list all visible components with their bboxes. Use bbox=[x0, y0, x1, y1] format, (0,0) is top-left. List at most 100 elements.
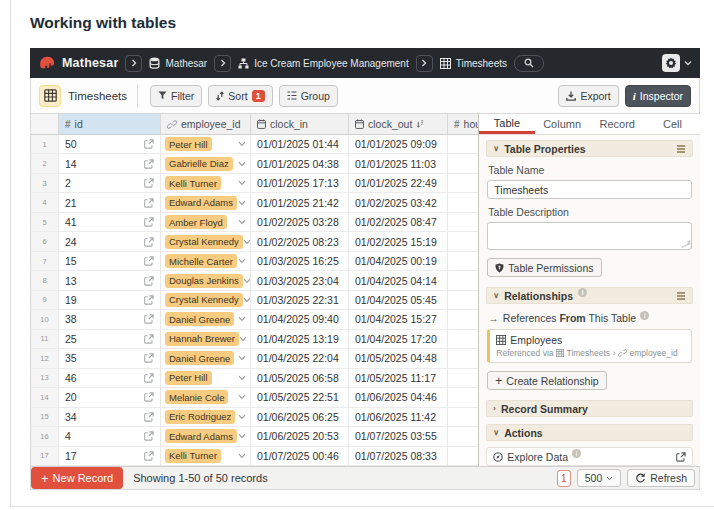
column-header-clock-out[interactable]: clock_out bbox=[349, 114, 448, 135]
clock-in-cell[interactable]: 01/03/2025 22:31 bbox=[251, 291, 349, 310]
row-number-cell[interactable]: 5 bbox=[31, 213, 59, 232]
breadcrumb-chevron-button[interactable] bbox=[214, 55, 231, 72]
row-number-cell[interactable]: 13 bbox=[31, 369, 59, 388]
fk-record-pill[interactable]: Daniel Greene bbox=[165, 351, 234, 365]
employee-cell[interactable]: Daniel Greene bbox=[161, 310, 251, 329]
employee-cell[interactable]: Peter Hill bbox=[161, 135, 251, 154]
clock-in-cell[interactable]: 01/01/2025 04:38 bbox=[251, 154, 349, 173]
filter-button[interactable]: Filter bbox=[150, 85, 202, 107]
clock-out-cell[interactable]: 01/01/2025 22:49 bbox=[349, 174, 448, 193]
clock-in-cell[interactable]: 01/03/2025 16:25 bbox=[251, 252, 349, 271]
column-header-hours[interactable]: #hours bbox=[448, 114, 478, 135]
row-number-cell[interactable]: 2 bbox=[31, 154, 59, 173]
employee-cell[interactable]: Crystal Kennedy bbox=[161, 232, 251, 251]
row-number-cell[interactable]: 4 bbox=[31, 193, 59, 212]
resize-grip[interactable] bbox=[682, 240, 690, 248]
employee-cell[interactable]: Michelle Carter bbox=[161, 252, 251, 271]
group-button[interactable]: Group bbox=[279, 85, 338, 107]
clock-in-cell[interactable]: 01/01/2025 17:13 bbox=[251, 174, 349, 193]
id-cell[interactable]: 2 bbox=[59, 174, 161, 193]
chevron-down-icon[interactable] bbox=[238, 355, 246, 361]
open-record-icon[interactable] bbox=[144, 451, 154, 461]
clock-out-cell[interactable]: 01/07/2025 03:55 bbox=[349, 427, 448, 446]
id-cell[interactable]: 17 bbox=[59, 447, 161, 466]
fk-record-pill[interactable]: Hannah Brewer bbox=[165, 332, 239, 346]
open-record-icon[interactable] bbox=[144, 159, 154, 169]
employee-cell[interactable]: Eric Rodriguez bbox=[161, 408, 251, 427]
chevron-down-icon[interactable] bbox=[243, 239, 251, 245]
id-cell[interactable]: 14 bbox=[59, 154, 161, 173]
clock-out-cell[interactable]: 01/02/2025 08:47 bbox=[349, 213, 448, 232]
id-cell[interactable]: 15 bbox=[59, 252, 161, 271]
employee-cell[interactable]: Edward Adams bbox=[161, 193, 251, 212]
open-record-icon[interactable] bbox=[144, 412, 154, 422]
create-relationship-button[interactable]: + Create Relationship bbox=[487, 371, 606, 390]
chevron-down-icon[interactable] bbox=[238, 375, 246, 381]
column-header-employee-id[interactable]: employee_id bbox=[161, 114, 251, 135]
id-cell[interactable]: 41 bbox=[59, 213, 161, 232]
open-record-icon[interactable] bbox=[144, 314, 154, 324]
employee-cell[interactable]: Douglas Jenkins bbox=[161, 271, 251, 290]
open-record-icon[interactable] bbox=[144, 353, 154, 363]
hours-cell[interactable] bbox=[448, 135, 478, 154]
breadcrumb-table[interactable]: Timesheets bbox=[440, 58, 507, 69]
mathesar-logo-group[interactable]: Mathesar bbox=[38, 55, 118, 71]
employee-cell[interactable]: Daniel Greene bbox=[161, 349, 251, 368]
clock-out-cell[interactable]: 01/01/2025 09:09 bbox=[349, 135, 448, 154]
clock-out-cell[interactable]: 01/02/2025 03:42 bbox=[349, 193, 448, 212]
clock-in-cell[interactable]: 01/03/2025 23:04 bbox=[251, 271, 349, 290]
refresh-button[interactable]: Refresh bbox=[627, 469, 695, 487]
fk-record-pill[interactable]: Kelli Turner bbox=[165, 449, 221, 463]
fk-record-pill[interactable]: Edward Adams bbox=[165, 196, 237, 210]
chevron-down-icon[interactable] bbox=[238, 453, 246, 459]
chevron-down-icon[interactable] bbox=[243, 297, 251, 303]
chevron-down-icon[interactable] bbox=[238, 200, 246, 206]
employee-cell[interactable]: Amber Floyd bbox=[161, 213, 251, 232]
row-number-cell[interactable]: 7 bbox=[31, 252, 59, 271]
clock-out-cell[interactable]: 01/04/2025 15:27 bbox=[349, 310, 448, 329]
clock-out-cell[interactable]: 01/07/2025 08:33 bbox=[349, 447, 448, 466]
section-record-summary[interactable]: › Record Summary bbox=[486, 400, 693, 417]
row-number-cell[interactable]: 10 bbox=[31, 310, 59, 329]
hours-cell[interactable] bbox=[448, 408, 478, 427]
clock-out-cell[interactable]: 01/04/2025 04:14 bbox=[349, 271, 448, 290]
id-cell[interactable]: 46 bbox=[59, 369, 161, 388]
sort-button[interactable]: Sort 1 bbox=[208, 85, 272, 107]
hours-cell[interactable] bbox=[448, 427, 478, 446]
employee-cell[interactable]: Kelli Turner bbox=[161, 174, 251, 193]
open-record-icon[interactable] bbox=[144, 217, 154, 227]
tab-record[interactable]: Record bbox=[590, 114, 645, 134]
id-cell[interactable]: 20 bbox=[59, 388, 161, 407]
employee-cell[interactable]: Peter Hill bbox=[161, 369, 251, 388]
fk-record-pill[interactable]: Michelle Carter bbox=[165, 254, 237, 268]
clock-in-cell[interactable]: 01/04/2025 09:40 bbox=[251, 310, 349, 329]
clock-out-cell[interactable]: 01/04/2025 05:45 bbox=[349, 291, 448, 310]
hours-cell[interactable] bbox=[448, 271, 478, 290]
hours-cell[interactable] bbox=[448, 193, 478, 212]
settings-button[interactable] bbox=[662, 54, 680, 72]
inspector-button[interactable]: i Inspector bbox=[625, 85, 691, 107]
chevron-down-icon[interactable] bbox=[238, 141, 246, 147]
fk-record-pill[interactable]: Kelli Turner bbox=[165, 176, 221, 190]
row-number-cell[interactable]: 1 bbox=[31, 135, 59, 154]
hours-cell[interactable] bbox=[448, 174, 478, 193]
employee-cell[interactable]: Hannah Brewer bbox=[161, 330, 251, 349]
chevron-down-icon[interactable] bbox=[239, 336, 247, 342]
clock-in-cell[interactable]: 01/04/2025 13:19 bbox=[251, 330, 349, 349]
chevron-down-icon[interactable] bbox=[238, 219, 246, 225]
clock-out-cell[interactable]: 01/01/2025 11:03 bbox=[349, 154, 448, 173]
open-record-icon[interactable] bbox=[144, 256, 154, 266]
clock-in-cell[interactable]: 01/06/2025 20:53 bbox=[251, 427, 349, 446]
open-record-icon[interactable] bbox=[144, 431, 154, 441]
settings-chevron-down-icon[interactable] bbox=[684, 60, 692, 66]
employee-cell[interactable]: Melanie Cole bbox=[161, 388, 251, 407]
chevron-down-icon[interactable] bbox=[238, 161, 246, 167]
id-cell[interactable]: 13 bbox=[59, 271, 161, 290]
id-cell[interactable]: 21 bbox=[59, 193, 161, 212]
id-cell[interactable]: 25 bbox=[59, 330, 161, 349]
chevron-down-icon[interactable] bbox=[238, 316, 246, 322]
clock-in-cell[interactable]: 01/07/2025 00:46 bbox=[251, 447, 349, 466]
clock-in-cell[interactable]: 01/05/2025 22:51 bbox=[251, 388, 349, 407]
open-record-icon[interactable] bbox=[144, 373, 154, 383]
clock-in-cell[interactable]: 01/06/2025 06:25 bbox=[251, 408, 349, 427]
